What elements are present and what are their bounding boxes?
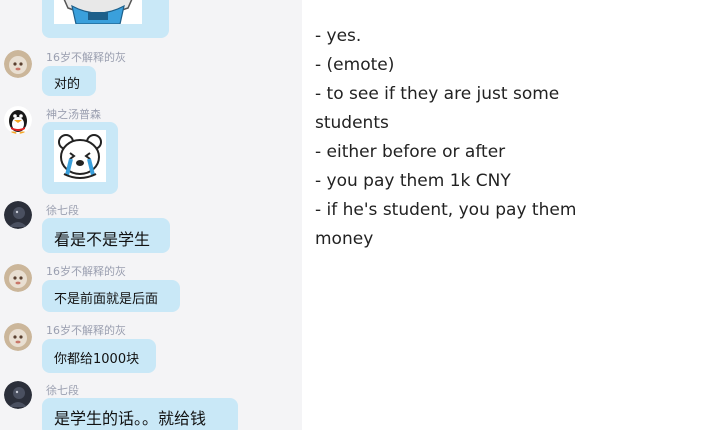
sender-name: 16岁不解释的灰 [46,265,126,278]
avatar-dark[interactable] [4,201,32,229]
translation-line: - yes. [315,26,362,46]
translation-line: - either before or after [315,142,506,162]
message-text: 对的 [54,77,81,92]
translation-line: - to see if they are just some [315,84,560,104]
sender-name: 16岁不解释的灰 [46,51,126,64]
cartoon-blue-shirt-sticker [54,0,142,24]
message-bubble[interactable]: 不是前面就是后面 [42,280,180,312]
translation-panel: - yes. - (emote) - to see if they are ju… [315,22,695,254]
sticker-bubble[interactable] [42,0,169,38]
message-text: 是学生的话。。就给钱 [54,409,207,428]
message-bubble[interactable]: 是学生的话。。就给钱 [42,398,238,430]
chat-pane[interactable]: 16岁不解释的灰 对的 神之汤普森 徐七段 看是不是学生 16岁不解释的灰 不是… [0,0,302,430]
message-text: 你都给1000块 [54,352,140,367]
message-bubble[interactable]: 对的 [42,66,96,96]
sticker-bubble[interactable] [42,122,118,194]
sender-name: 16岁不解释的灰 [46,324,126,337]
message-text: 不是前面就是后面 [54,292,159,307]
avatar-brown[interactable] [4,323,32,351]
avatar-brown[interactable] [4,264,32,292]
qq-penguin-avatar[interactable] [4,106,32,134]
screen: 16岁不解释的灰 对的 神之汤普森 徐七段 看是不是学生 16岁不解释的灰 不是… [0,0,721,430]
sender-name: 徐七段 [46,384,79,397]
sender-name: 徐七段 [46,204,79,217]
translation-line: - if he's student, you pay them [315,200,577,220]
message-bubble[interactable]: 你都给1000块 [42,339,156,373]
translation-line: money [315,229,374,249]
avatar-brown[interactable] [4,50,32,78]
translation-line: - you pay them 1k CNY [315,171,511,191]
avatar-dark[interactable] [4,381,32,409]
message-bubble[interactable]: 看是不是学生 [42,218,170,253]
translation-line: - (emote) [315,55,395,75]
message-text: 看是不是学生 [54,230,151,249]
translation-line: students [315,113,389,133]
crying-panda-sticker [54,130,106,182]
sender-name: 神之汤普森 [46,108,101,121]
